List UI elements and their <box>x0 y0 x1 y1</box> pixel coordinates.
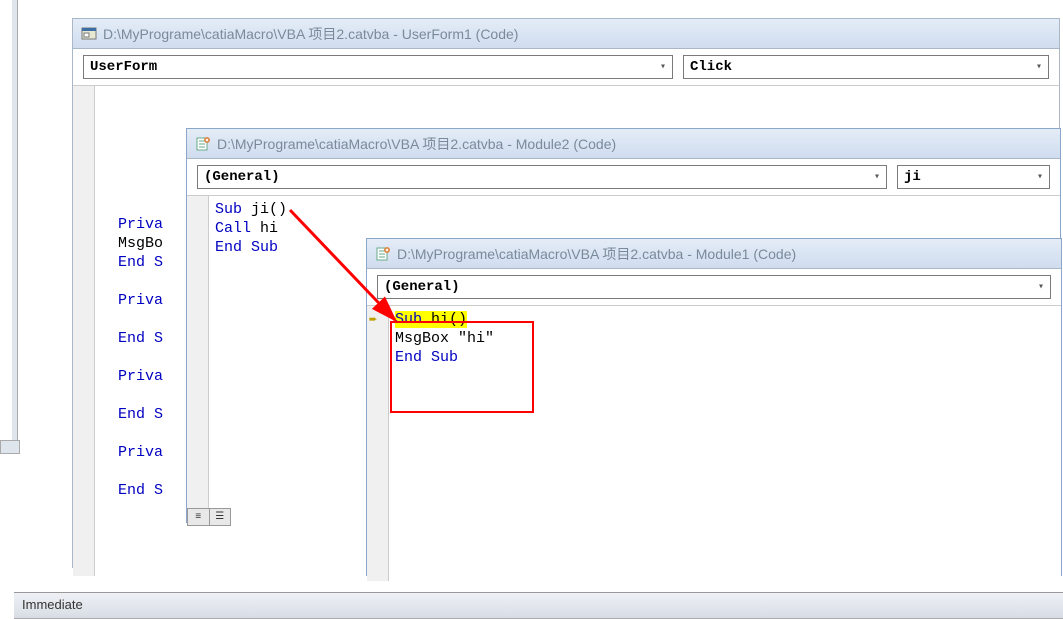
execution-pointer-icon: ➨ <box>369 312 377 331</box>
chevron-down-icon: ▾ <box>874 171 880 183</box>
procedure-view-button[interactable]: ≡ <box>188 509 210 525</box>
code-margin: ➨ <box>367 306 389 581</box>
object-dropdown[interactable]: UserForm ▾ <box>83 55 673 79</box>
immediate-label: Immediate <box>22 597 83 612</box>
left-panel-edge <box>12 0 18 448</box>
chevron-down-icon: ▾ <box>1038 281 1044 293</box>
procedure-dropdown[interactable]: ji ▾ <box>897 165 1050 189</box>
titlebar-userform1[interactable]: D:\MyPrograme\catiaMacro\VBA 项目2.catvba … <box>73 19 1059 49</box>
dropdown-row: (General) ▾ ji ▾ <box>187 159 1060 196</box>
module2-code: Sub ji() Call hi End Sub <box>215 200 287 257</box>
code-margin <box>73 86 95 576</box>
userform-icon <box>81 26 97 42</box>
window-title: D:\MyPrograme\catiaMacro\VBA 项目2.catvba … <box>217 134 616 154</box>
full-view-button[interactable]: ☰ <box>210 509 231 525</box>
module-icon <box>375 246 391 262</box>
object-dropdown[interactable]: (General) ▾ <box>197 165 887 189</box>
titlebar-module2[interactable]: D:\MyPrograme\catiaMacro\VBA 项目2.catvba … <box>187 129 1060 159</box>
chevron-down-icon: ▾ <box>1037 171 1043 183</box>
userform1-code-partial: Priva MsgBo End S Priva End S Priva End … <box>118 196 184 500</box>
chevron-down-icon: ▾ <box>1036 61 1042 73</box>
module1-code: Sub hi() MsgBox "hi" End Sub <box>395 310 494 367</box>
procedure-dropdown-text: Click <box>690 59 732 75</box>
object-dropdown-text: UserForm <box>90 59 157 75</box>
object-dropdown-text: (General) <box>204 169 280 185</box>
code-margin <box>187 196 209 526</box>
window-title: D:\MyPrograme\catiaMacro\VBA 项目2.catvba … <box>397 244 796 264</box>
titlebar-module1[interactable]: D:\MyPrograme\catiaMacro\VBA 项目2.catvba … <box>367 239 1061 269</box>
object-dropdown-text: (General) <box>384 279 460 295</box>
procedure-dropdown-text: ji <box>904 169 921 185</box>
dropdown-row: UserForm ▾ Click ▾ <box>73 49 1059 86</box>
window-title: D:\MyPrograme\catiaMacro\VBA 项目2.catvba … <box>103 24 518 44</box>
code-window-module1[interactable]: D:\MyPrograme\catiaMacro\VBA 项目2.catvba … <box>366 238 1062 576</box>
immediate-window-header[interactable]: Immediate <box>14 592 1063 619</box>
dropdown-row: (General) ▾ <box>367 269 1061 306</box>
chevron-down-icon: ▾ <box>660 61 666 73</box>
left-panel-corner <box>0 440 20 454</box>
code-editor[interactable]: ➨ Sub hi() MsgBox "hi" End Sub <box>367 306 1061 581</box>
module-icon <box>195 136 211 152</box>
procedure-dropdown[interactable]: Click ▾ <box>683 55 1049 79</box>
object-dropdown[interactable]: (General) ▾ <box>377 275 1051 299</box>
view-mode-buttons: ≡ ☰ <box>187 508 231 526</box>
